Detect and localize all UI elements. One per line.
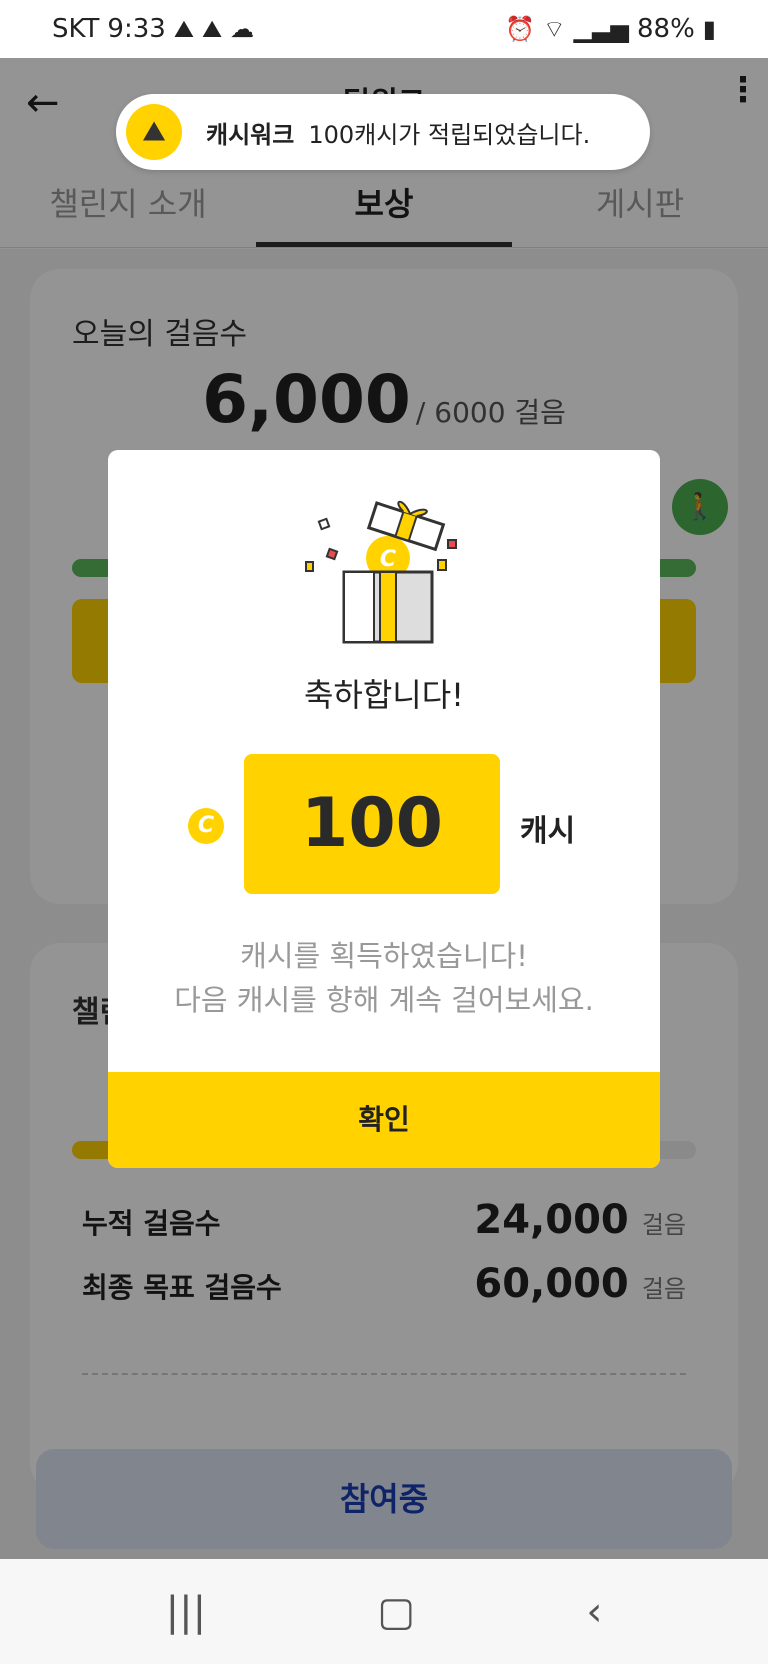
- back-icon[interactable]: ‹: [586, 1589, 602, 1635]
- status-left: SKT 9:33 ⛰ ⛰ ☁: [52, 14, 254, 44]
- cashwalk-notification-icon: ⛰: [173, 15, 194, 43]
- coin-icon: C: [188, 808, 224, 844]
- recent-apps-icon[interactable]: |||: [166, 1589, 206, 1635]
- reward-unit: 캐시: [520, 814, 576, 849]
- reward-message: 캐시를 획득하였습니다! 다음 캐시를 향해 계속 걸어보세요.: [108, 934, 660, 1022]
- alarm-icon: ⏰: [505, 15, 536, 43]
- reward-dialog: C 축하합니다! C 100 캐시 캐시를 획득하였습니다! 다음 캐시를 향해…: [108, 450, 660, 1168]
- carrier-label: SKT: [52, 14, 100, 44]
- signal-icon: ▁▃▅: [573, 15, 629, 43]
- svg-text:C: C: [380, 547, 396, 572]
- system-nav-bar: ||| ▢ ‹: [0, 1559, 768, 1664]
- toast-message: 100캐시가 적립되었습니다.: [308, 120, 591, 149]
- reward-amount: 100: [244, 754, 500, 894]
- home-icon[interactable]: ▢: [377, 1589, 415, 1635]
- status-right: ⏰ ⌔ ▁▃▅ 88% ▮: [505, 14, 716, 44]
- battery-icon: ▮: [702, 15, 716, 43]
- gift-box-icon: C: [305, 500, 457, 644]
- reward-message-line2: 다음 캐시를 향해 계속 걸어보세요.: [174, 983, 594, 1017]
- confirm-button[interactable]: 확인: [108, 1072, 660, 1168]
- reward-message-line1: 캐시를 획득하였습니다!: [240, 939, 528, 973]
- cashwalk-logo-icon: ⛰: [126, 104, 182, 160]
- toast-notification[interactable]: ⛰ 캐시워크 100캐시가 적립되었습니다.: [116, 94, 650, 170]
- battery-percent: 88%: [636, 14, 695, 44]
- congrats-title: 축하합니다!: [303, 676, 465, 714]
- walk-notification-icon: ⛰: [201, 15, 223, 43]
- wifi-icon: ⌔: [543, 15, 566, 43]
- chat-notification-icon: ☁: [230, 15, 255, 43]
- clock: 9:33: [107, 14, 166, 44]
- toast-app-name: 캐시워크: [206, 120, 295, 149]
- status-bar: SKT 9:33 ⛰ ⛰ ☁ ⏰ ⌔ ▁▃▅ 88% ▮: [0, 0, 768, 58]
